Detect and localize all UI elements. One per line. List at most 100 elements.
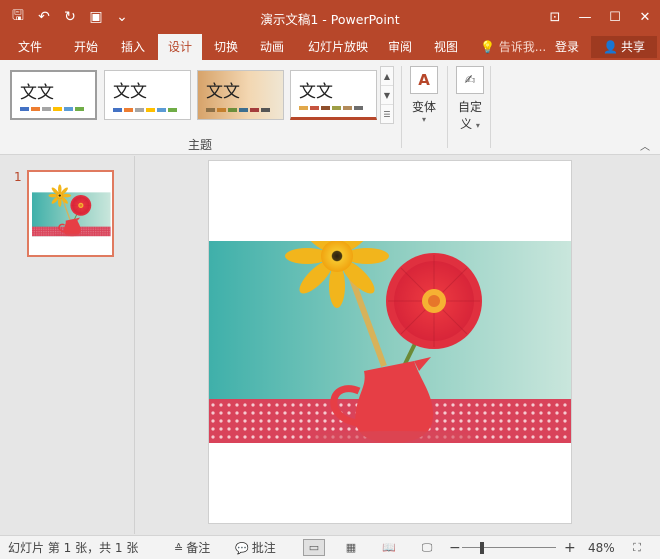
slides-pane: 1 — [0, 156, 135, 534]
ribbon-tab-bar: 💡 告诉我... 登录 👤 共享 文件 开始 插入 设计 切换 动画 幻灯片放映 审阅 视图 — [0, 34, 660, 60]
tab-8[interactable]: 视图 — [424, 34, 468, 60]
color-swatch — [146, 108, 155, 112]
maximize-icon[interactable]: ☐ — [600, 0, 630, 34]
color-swatch — [239, 108, 248, 112]
flower-vase-image[interactable] — [209, 241, 571, 443]
login-link[interactable]: 登录 — [555, 34, 579, 60]
window-controls: ⊡ — ☐ ✕ — [540, 0, 660, 34]
lightbulb-icon: 💡 — [480, 40, 495, 54]
color-swatch — [310, 106, 319, 110]
slide-info: 幻灯片 第 1 张，共 1 张 — [8, 541, 139, 555]
zoom-slider-thumb[interactable] — [479, 542, 484, 554]
chevron-down-icon: ▾ — [421, 115, 426, 124]
color-swatch — [20, 107, 29, 111]
theme-color-swatches — [20, 107, 84, 111]
color-swatch — [299, 106, 308, 110]
theme-sample-text: 文文 — [206, 82, 240, 102]
theme-color-swatches — [113, 108, 177, 112]
theme-sample-text: 文文 — [20, 83, 54, 103]
customize-label: 自定 — [457, 100, 482, 114]
variants-icon: A — [410, 66, 438, 94]
theme-office[interactable]: 文文 — [10, 70, 97, 120]
color-swatch — [206, 108, 215, 112]
reading-view-icon[interactable]: 📖 — [378, 539, 400, 556]
color-swatch — [135, 108, 144, 112]
tell-me-box[interactable]: 💡 告诉我... — [480, 34, 546, 60]
gallery-up-icon[interactable]: ▲ — [381, 67, 393, 86]
normal-view-icon[interactable]: ▭ — [303, 539, 325, 556]
variants-label: 变体 — [411, 100, 436, 114]
zoom-slider[interactable] — [462, 547, 556, 548]
color-swatch — [75, 107, 84, 111]
divider — [447, 66, 448, 148]
zoom-level[interactable]: 48% — [588, 536, 615, 559]
comment-icon: 💬 — [235, 542, 249, 555]
notes-button[interactable]: ≙ 备注 — [174, 536, 210, 559]
theme-sample-text: 文文 — [299, 82, 333, 102]
color-swatch — [124, 108, 133, 112]
theme-color-swatches — [299, 106, 363, 110]
tab-0[interactable]: 文件 — [8, 34, 52, 60]
gallery-scroll[interactable]: ▲ ▼ ☰ — [380, 66, 394, 124]
color-swatch — [42, 107, 51, 111]
fit-slide-icon[interactable]: ⛶ — [626, 539, 648, 556]
slideshow-icon[interactable]: 🖵 — [416, 539, 438, 556]
slide-thumbnail[interactable] — [27, 170, 114, 257]
theme-image[interactable]: 文文 — [197, 70, 284, 120]
theme-color-swatches — [206, 108, 270, 112]
status-bar: 幻灯片 第 1 张，共 1 张 ≙ 备注 💬 批注 ▭ ▦ 📖 🖵 − + 48% … — [0, 535, 660, 559]
zoom-in-button[interactable]: + — [564, 536, 576, 559]
slide-sorter-icon[interactable]: ▦ — [340, 539, 362, 556]
tab-1[interactable]: 开始 — [64, 34, 108, 60]
color-swatch — [157, 108, 166, 112]
color-swatch — [217, 108, 226, 112]
notes-label: 备注 — [186, 541, 211, 555]
comments-button[interactable]: 💬 批注 — [235, 536, 276, 559]
theme-plain[interactable]: 文文 — [290, 70, 377, 120]
close-icon[interactable]: ✕ — [630, 0, 660, 34]
color-swatch — [113, 108, 122, 112]
tab-4[interactable]: 切换 — [204, 34, 248, 60]
theme-sample-text: 文文 — [113, 82, 147, 102]
customize-label-2: 义 ▾ — [460, 117, 480, 131]
divider — [490, 66, 491, 148]
theme-office-2[interactable]: 文文 — [104, 70, 191, 120]
color-swatch — [321, 106, 330, 110]
slide-thumbnail-image — [32, 183, 111, 237]
tell-me-label: 告诉我... — [498, 40, 547, 54]
color-swatch — [228, 108, 237, 112]
share-button[interactable]: 👤 共享 — [591, 36, 657, 58]
ribbon-design: 文文 文文 文文 文文 ▲ ▼ ☰ 主题 A 变体 ▾ ✍ 自定 义 ▾ ︿ — [0, 60, 660, 155]
slide-canvas[interactable] — [208, 160, 572, 524]
color-swatch — [354, 106, 363, 110]
tab-5[interactable]: 动画 — [250, 34, 294, 60]
ribbon-display-icon[interactable]: ⊡ — [540, 0, 570, 34]
color-swatch — [168, 108, 177, 112]
tab-6[interactable]: 幻灯片放映 — [300, 34, 376, 60]
color-swatch — [332, 106, 341, 110]
customize-icon: ✍ — [456, 66, 484, 94]
customize-button[interactable]: ✍ 自定 义 ▾ — [452, 66, 488, 132]
divider — [401, 66, 402, 148]
color-swatch — [31, 107, 40, 111]
color-swatch — [64, 107, 73, 111]
slide-number: 1 — [14, 170, 22, 184]
gallery-more-icon[interactable]: ☰ — [381, 105, 393, 124]
color-swatch — [53, 107, 62, 111]
color-swatch — [250, 108, 259, 112]
tab-2[interactable]: 插入 — [112, 34, 154, 60]
color-swatch — [343, 106, 352, 110]
chevron-down-icon: ▾ — [475, 121, 480, 130]
zoom-out-button[interactable]: − — [449, 536, 461, 559]
share-label: 共享 — [620, 40, 645, 54]
color-swatch — [261, 108, 270, 112]
comments-label: 批注 — [251, 541, 276, 555]
minimize-icon[interactable]: — — [570, 0, 600, 34]
tab-3[interactable]: 设计 — [158, 34, 202, 60]
title-bar: 🖫 ↶ ↻ ▣ ⌄ 演示文稿1 - PowerPoint ⊡ — ☐ ✕ — [0, 0, 660, 34]
gallery-down-icon[interactable]: ▼ — [381, 86, 393, 105]
variants-button[interactable]: A 变体 ▾ — [407, 66, 441, 124]
notes-icon: ≙ — [174, 542, 184, 555]
collapse-ribbon-icon[interactable]: ︿ — [640, 138, 650, 153]
tab-7[interactable]: 审阅 — [380, 34, 420, 60]
